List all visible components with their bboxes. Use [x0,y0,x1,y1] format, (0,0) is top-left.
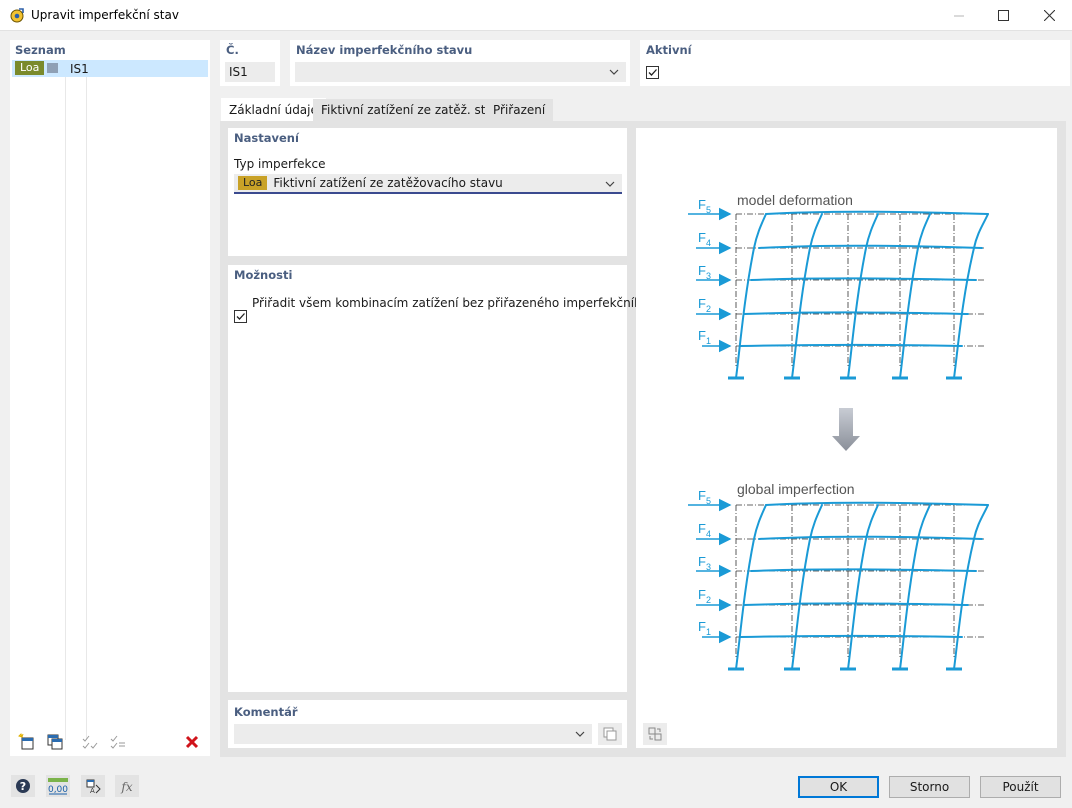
arrow-down-icon [832,408,860,451]
svg-text:F3: F3 [698,263,711,281]
assign-all-checkbox[interactable] [234,310,247,323]
active-checkbox[interactable] [646,66,659,79]
options-header: Možnosti [234,268,293,282]
list-item-label: IS1 [70,62,89,76]
svg-text:F5: F5 [698,197,711,215]
window-title: Upravit imperfekční stav [31,8,179,22]
cancel-button[interactable]: Storno [889,776,970,798]
svg-text:?: ? [20,780,26,793]
list-header: Seznam [15,43,66,57]
imperfection-type-badge: Loa [238,176,268,190]
minimize-button[interactable] [936,0,982,31]
check-all-icon[interactable] [78,731,102,753]
svg-text:fx: fx [120,780,132,794]
options-panel [228,265,627,692]
force-label: F [698,521,706,536]
settings-icon[interactable]: A [81,775,105,797]
svg-text:F3: F3 [698,554,711,572]
help-icon[interactable]: ? [11,775,35,797]
list-column-divider [86,60,87,740]
swap-image-icon[interactable] [643,723,667,745]
model-deformation-title: model deformation [737,192,853,208]
svg-text:F2: F2 [698,296,711,314]
force-label: F [698,587,706,602]
svg-text:F1: F1 [698,619,711,637]
comment-header: Komentář [234,705,298,719]
force-label: F [698,619,706,634]
tab-assignment[interactable]: Přiřazení [485,99,554,121]
settings-header: Nastavení [234,131,299,145]
list-item-badge: Loa [15,61,45,75]
force-label: F [698,296,706,311]
tab-basic-data[interactable]: Základní údaje [221,98,326,122]
uncheck-all-icon[interactable] [106,731,130,753]
units-decimals-icon[interactable]: 0,00 [46,775,70,797]
svg-text:F4: F4 [698,230,711,248]
force-subscript: 2 [706,595,711,605]
svg-text:F1: F1 [698,328,711,346]
active-label: Aktivní [646,43,692,57]
force-subscript: 3 [706,562,711,572]
apply-button[interactable]: Použít [980,776,1061,798]
model-deformation-frame [688,212,988,378]
force-label: F [698,197,706,212]
ok-button[interactable]: OK [798,776,879,798]
list-panel [10,40,210,756]
imperfection-figure: model deformation global imperfection F5… [636,192,1057,748]
delete-icon[interactable] [180,731,204,753]
name-combobox[interactable] [295,62,626,82]
new-item-icon[interactable] [15,731,39,753]
force-label: F [698,488,706,503]
active-panel [640,40,1070,86]
imperfection-type-label: Typ imperfekce [234,157,326,171]
global-imperfection-frame [688,503,988,669]
app-icon [9,7,25,23]
chevron-down-icon [605,181,615,187]
force-label: F [698,230,706,245]
force-subscript: 5 [706,496,711,506]
color-swatch-icon [47,63,58,73]
svg-text:F2: F2 [698,587,711,605]
copy-item-icon[interactable] [43,731,67,753]
force-label: F [698,554,706,569]
force-label: F [698,328,706,343]
force-subscript: 1 [706,627,711,637]
svg-text:F5: F5 [698,488,711,506]
force-subscript: 2 [706,304,711,314]
number-field[interactable]: IS1 [225,62,275,82]
force-subscript: 3 [706,271,711,281]
close-button[interactable] [1026,0,1072,31]
checkmark-icon [648,69,657,76]
force-subscript: 4 [706,529,711,539]
imperfection-type-combobox[interactable]: Loa Fiktivní zatížení ze zatěžovacího st… [234,174,622,194]
number-label: Č. [226,43,239,57]
function-icon[interactable]: fx [115,775,139,797]
checkmark-icon [236,313,245,320]
force-subscript: 5 [706,205,711,215]
global-imperfection-title: global imperfection [737,481,855,497]
maximize-button[interactable] [980,0,1026,31]
svg-text:F4: F4 [698,521,711,539]
assign-all-label: Přiřadit všem kombinacím zatížení bez př… [252,296,686,310]
name-label: Název imperfekčního stavu [296,43,473,57]
comment-combobox[interactable] [234,724,592,744]
chevron-down-icon [575,731,585,737]
force-subscript: 4 [706,238,711,248]
chevron-down-icon [609,69,619,75]
svg-text:A: A [90,787,95,795]
imperfection-type-value: Fiktivní zatížení ze zatěžovacího stavu [273,176,503,190]
force-label: F [698,263,706,278]
comment-library-icon[interactable] [598,723,622,745]
list-column-divider [65,60,66,740]
force-subscript: 1 [706,336,711,346]
